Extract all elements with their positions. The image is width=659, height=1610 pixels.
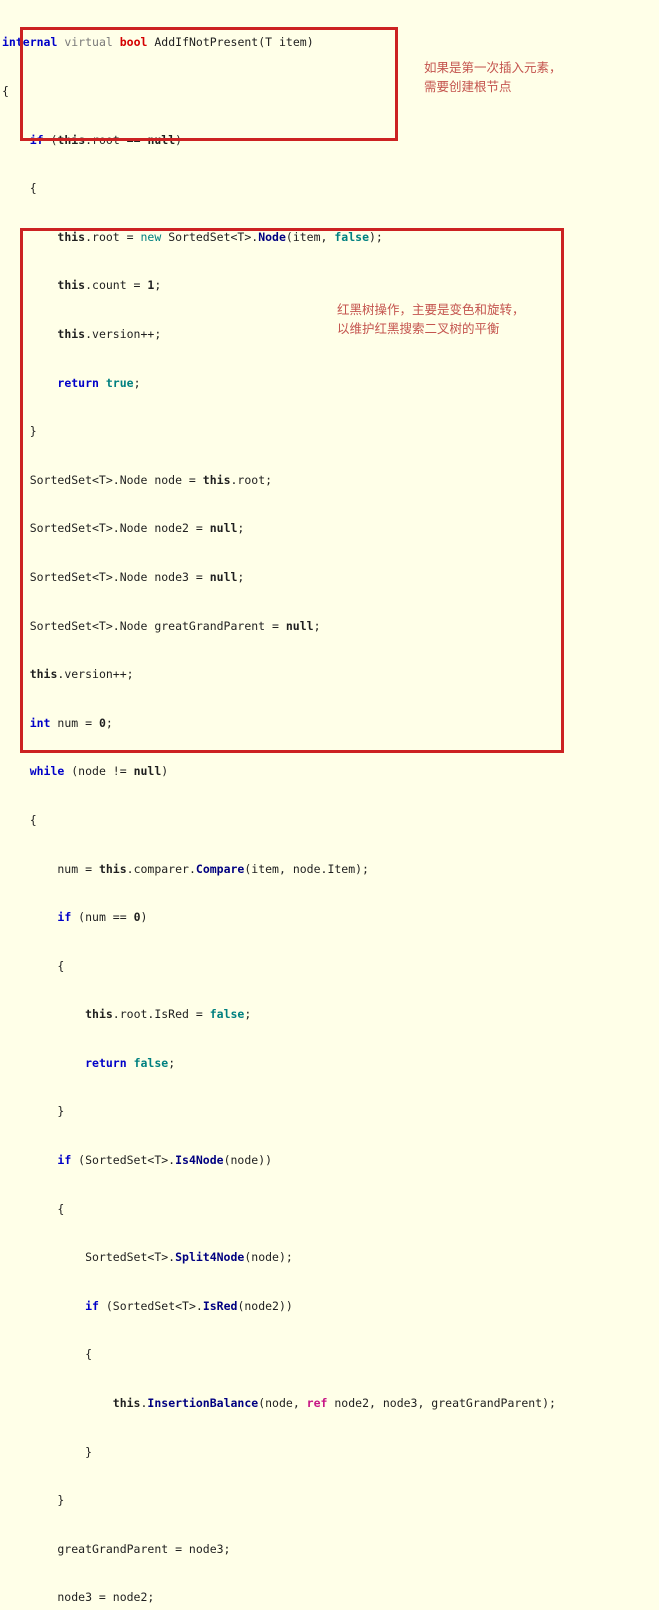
code-line: { [2, 812, 37, 827]
code-line: } [2, 1444, 93, 1459]
code-line: node3 = node2; [2, 1590, 155, 1605]
code-line: internal virtual bool AddIfNotPresent(T … [2, 35, 314, 50]
code-line: if (this.root == null) [29, 132, 183, 147]
code-block: internal virtual bool AddIfNotPresent(T … [0, 0, 659, 1610]
code-line: greatGrandParent = node3; [2, 1541, 231, 1556]
code-line: { [2, 1347, 93, 1362]
code-line: } [2, 1104, 65, 1119]
code-line: SortedSet<T>.Node greatGrandParent = nul… [2, 618, 321, 633]
code-line: { [2, 1201, 65, 1216]
code-line: return true; [57, 375, 141, 390]
annotation-text-root-initialization: 如果是第一次插入元素， 需要创建根节点 [424, 60, 562, 94]
code-line: } [2, 424, 37, 439]
code-line: SortedSet<T>.Node node = this.root; [2, 472, 273, 487]
code-line: SortedSet<T>.Node node3 = null; [2, 569, 245, 584]
code-line: int num = 0; [29, 715, 113, 730]
code-line: while (node != null) [29, 764, 169, 779]
code-line: } [2, 1493, 65, 1508]
code-line: this.root.IsRed = false; [85, 1007, 252, 1022]
code-line: num = this.comparer.Compare(item, node.I… [2, 861, 369, 876]
code-line: this.count = 1; [57, 278, 162, 293]
code-line: { [2, 958, 65, 973]
code-screenshot: internal virtual bool AddIfNotPresent(T … [0, 0, 659, 1604]
code-line: SortedSet<T>.Node node2 = null; [2, 521, 245, 536]
code-line: SortedSet<T>.Split4Node(node); [2, 1250, 293, 1265]
code-line: this.version++; [57, 326, 162, 341]
code-line: this.version++; [29, 667, 134, 682]
code-line: { [2, 181, 37, 196]
code-line: if (SortedSet<T>.Is4Node(node)) [57, 1153, 273, 1168]
code-line: this.root = new SortedSet<T>.Node(item, … [57, 229, 383, 244]
annotation-text-red-black-tree: 红黑树操作，主要是变色和旋转， 以维护红黑搜索二叉树的平衡 [337, 302, 525, 336]
code-line: return false; [85, 1055, 176, 1070]
code-line: if (num == 0) [57, 910, 148, 925]
code-line: this.InsertionBalance(node, ref node2, n… [112, 1396, 556, 1411]
code-line: if (SortedSet<T>.IsRed(node2)) [85, 1298, 293, 1313]
